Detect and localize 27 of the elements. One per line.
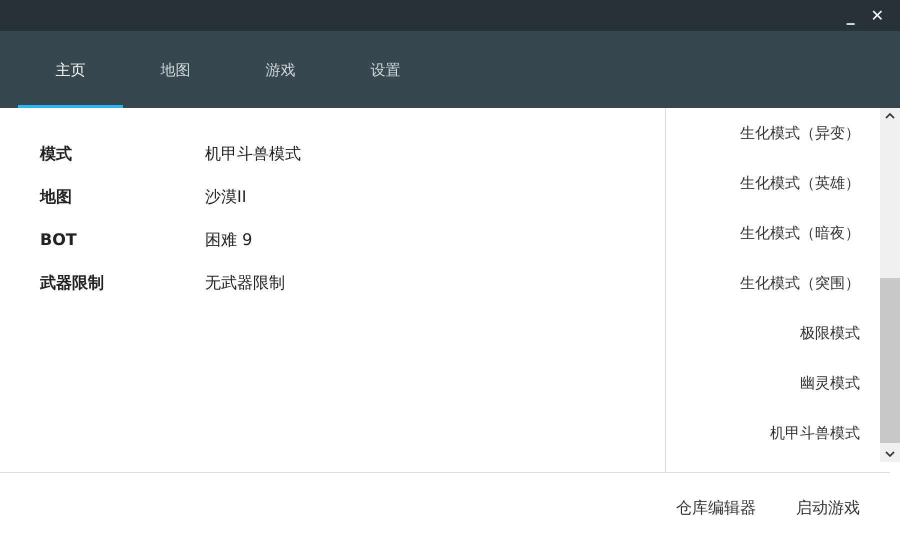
mode-list-item[interactable]: 生化模式（暗夜） bbox=[740, 222, 860, 245]
setting-value: 困难 9 bbox=[205, 229, 252, 251]
tab[interactable]: 设置 bbox=[333, 31, 438, 108]
setting-label: 模式 bbox=[40, 143, 73, 165]
scrollbar[interactable] bbox=[880, 108, 900, 462]
setting-value: 沙漠II bbox=[205, 186, 246, 208]
warehouse-editor-button[interactable]: 仓库编辑器 bbox=[676, 496, 756, 520]
setting-label: 地图 bbox=[40, 186, 73, 208]
tab[interactable]: 游戏 bbox=[228, 31, 333, 108]
setting-value: 机甲斗兽模式 bbox=[205, 143, 301, 165]
tab[interactable]: 地图 bbox=[123, 31, 228, 108]
setting-label: BOT bbox=[40, 229, 78, 251]
mode-list-item[interactable]: 生化模式（英雄） bbox=[740, 172, 860, 195]
launch-game-button[interactable]: 启动游戏 bbox=[796, 496, 860, 520]
setting-value: 无武器限制 bbox=[205, 272, 285, 294]
mode-list-item[interactable]: 极限模式 bbox=[800, 322, 860, 345]
scroll-up-icon[interactable] bbox=[885, 112, 895, 120]
mode-list-item[interactable]: 生化模式（突围） bbox=[740, 272, 860, 295]
scrollbar-thumb[interactable] bbox=[880, 278, 900, 442]
minimize-button[interactable]: _ bbox=[846, 8, 855, 24]
mode-list-item[interactable]: 机甲斗兽模式 bbox=[770, 422, 860, 445]
tab[interactable]: 主页 bbox=[18, 31, 123, 108]
scroll-down-icon[interactable] bbox=[885, 450, 895, 458]
mode-list-item[interactable]: 生化模式（异变） bbox=[740, 122, 860, 145]
mode-list-item[interactable]: 幽灵模式 bbox=[800, 372, 860, 395]
close-button[interactable]: ✕ bbox=[870, 8, 884, 24]
setting-label: 武器限制 bbox=[40, 272, 105, 294]
